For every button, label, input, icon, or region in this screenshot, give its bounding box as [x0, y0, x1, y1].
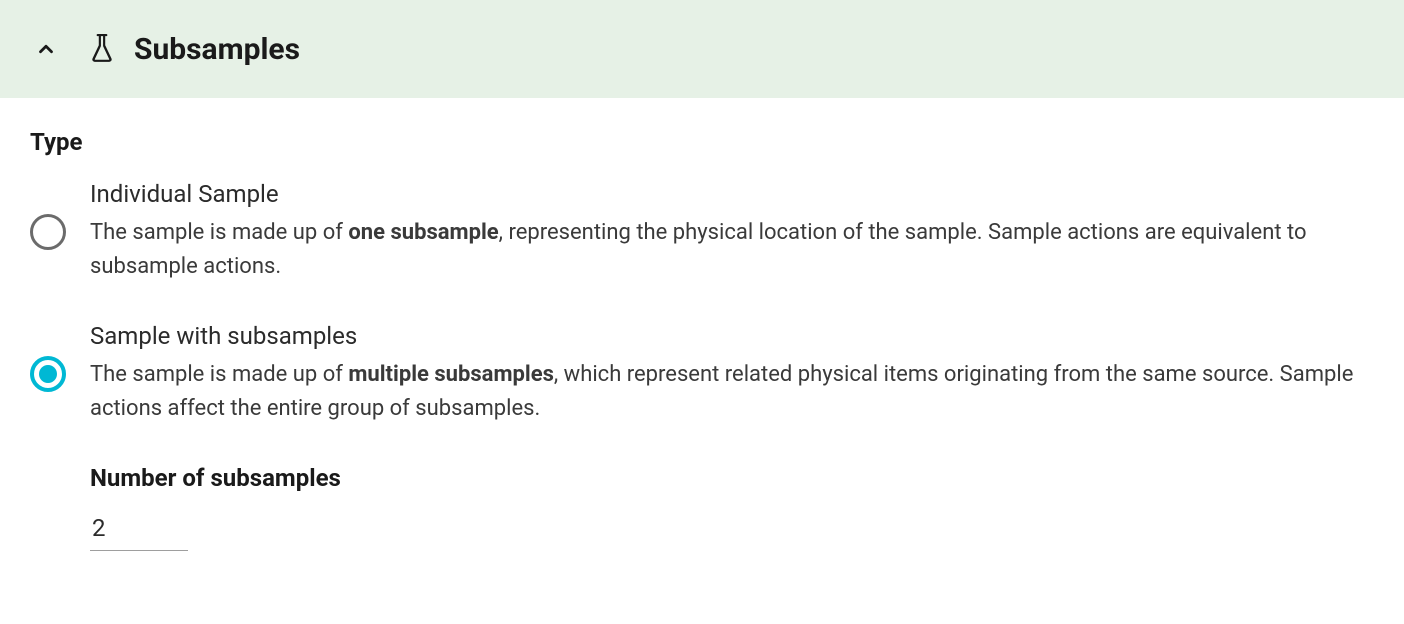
option-title: Individual Sample	[90, 180, 1374, 208]
form-content: Type Individual Sample The sample is mad…	[0, 98, 1404, 551]
desc-bold: multiple subsamples	[348, 362, 554, 387]
desc-bold: one subsample	[348, 220, 498, 245]
number-of-subsamples-input[interactable]	[90, 510, 188, 551]
type-label: Type	[30, 128, 1374, 156]
section-title: Subsamples	[134, 32, 300, 67]
option-individual-sample[interactable]: Individual Sample The sample is made up …	[30, 180, 1374, 284]
radio-dot	[39, 365, 57, 383]
option-description: The sample is made up of one subsample, …	[90, 216, 1374, 284]
radio-individual-sample[interactable]	[30, 214, 66, 250]
header-title-group: Subsamples	[86, 32, 300, 67]
section-header[interactable]: Subsamples	[0, 0, 1404, 98]
option-sample-with-subsamples[interactable]: Sample with subsamples The sample is mad…	[30, 322, 1374, 426]
number-of-subsamples-label: Number of subsamples	[90, 464, 1374, 492]
option-title: Sample with subsamples	[90, 322, 1374, 350]
option-text: Individual Sample The sample is made up …	[90, 180, 1374, 284]
option-text: Sample with subsamples The sample is mad…	[90, 322, 1374, 426]
radio-sample-with-subsamples[interactable]	[30, 356, 66, 392]
desc-pre: The sample is made up of	[90, 362, 348, 387]
option-description: The sample is made up of multiple subsam…	[90, 358, 1374, 426]
desc-pre: The sample is made up of	[90, 220, 348, 245]
flask-icon	[86, 33, 118, 65]
chevron-up-icon[interactable]	[30, 33, 62, 65]
number-of-subsamples-section: Number of subsamples	[30, 464, 1374, 551]
